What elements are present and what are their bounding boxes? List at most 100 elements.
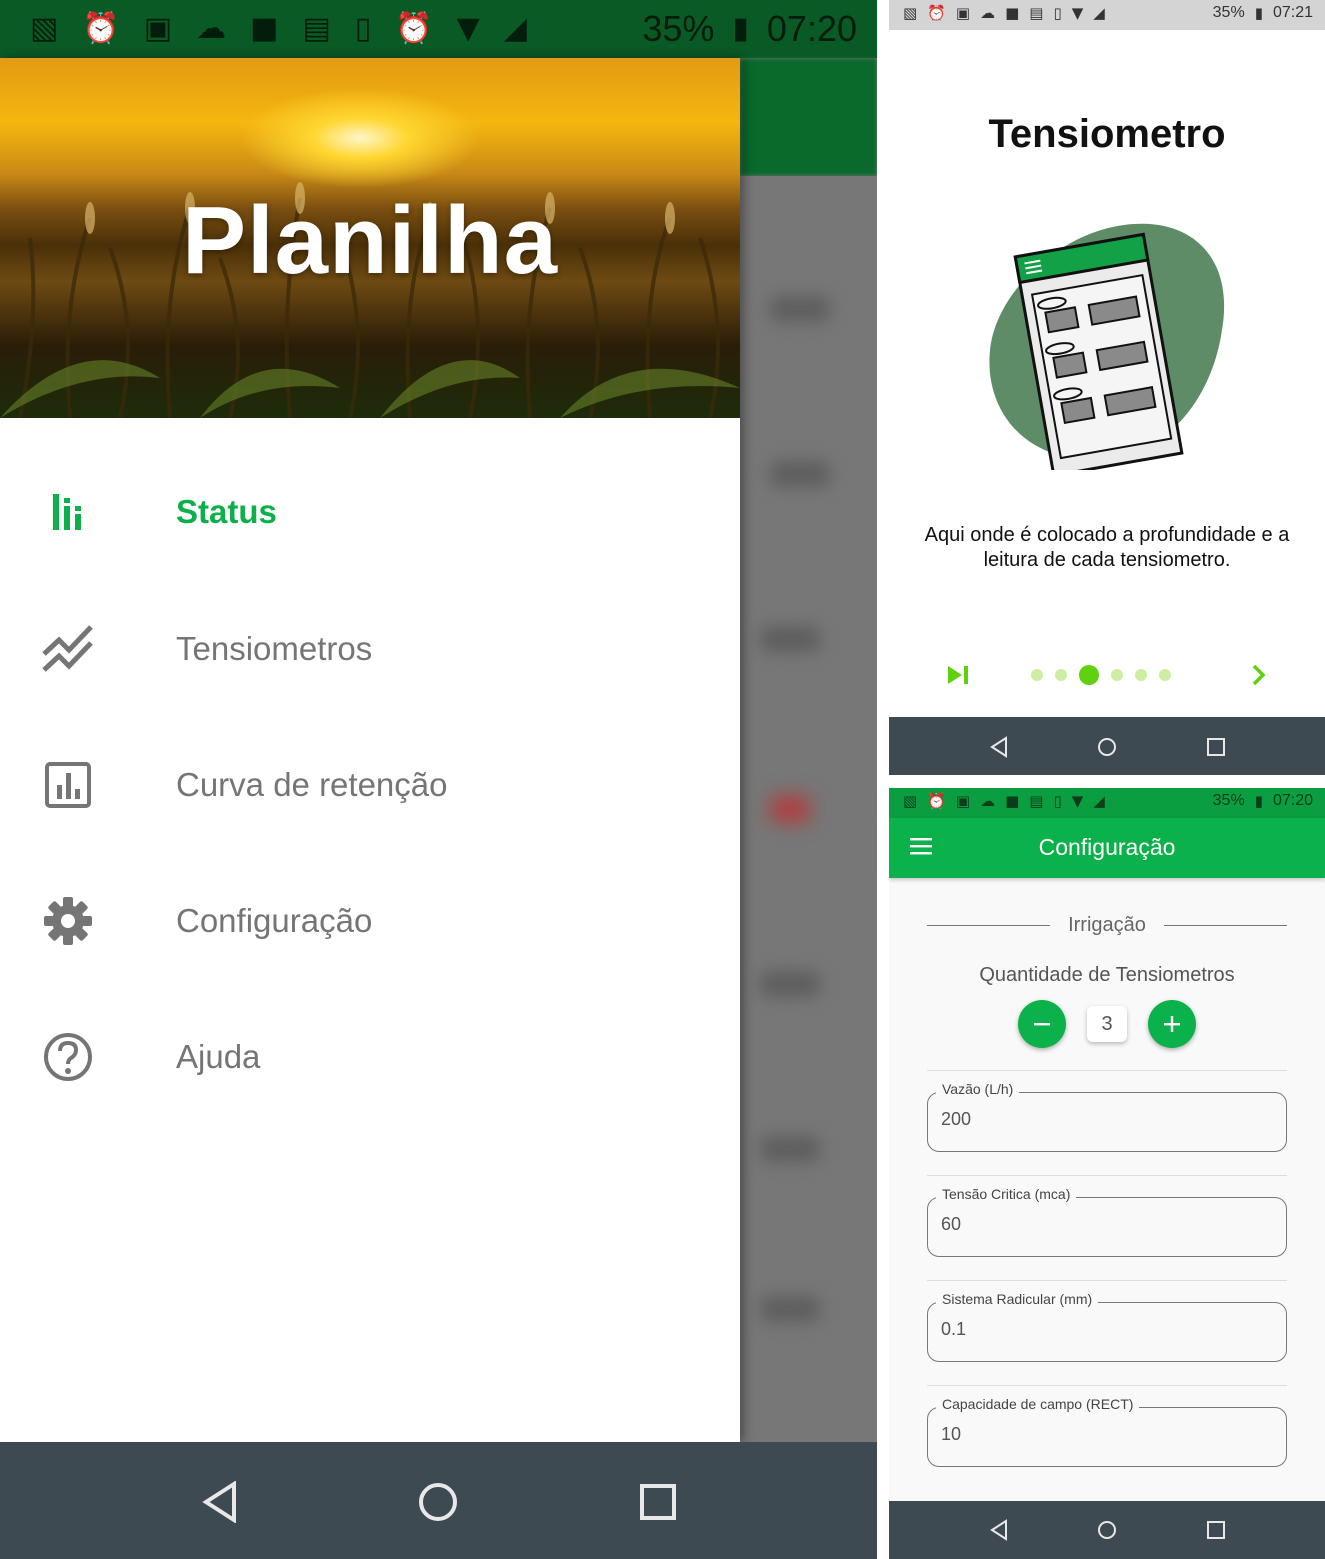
- vibrate-icon: ▯: [1053, 792, 1062, 810]
- back-icon[interactable]: [190, 1478, 250, 1526]
- back-icon[interactable]: [985, 733, 1013, 761]
- increment-button[interactable]: [1148, 1000, 1196, 1048]
- alarm-icon: ⏰: [82, 11, 120, 46]
- home-icon[interactable]: [408, 1478, 468, 1526]
- quantity-value[interactable]: 3: [1087, 1006, 1127, 1042]
- instagram-icon: ▣: [955, 792, 971, 810]
- vibrate-icon: ▯: [354, 11, 372, 46]
- blurred-content: [760, 1136, 820, 1162]
- field-label: Tensão Critica (mca): [936, 1186, 1077, 1202]
- blurred-content: [770, 461, 830, 487]
- divider: [927, 1280, 1287, 1281]
- tensao-critica-field[interactable]: Tensão Critica (mca) 60: [927, 1186, 1287, 1257]
- help-circle-icon: [40, 1029, 96, 1085]
- app-bar: Configuração: [889, 818, 1325, 878]
- drawer-item-ajuda[interactable]: Ajuda: [0, 1007, 740, 1107]
- chevron-right-icon[interactable]: [1247, 660, 1271, 690]
- system-nav-bar: [889, 1501, 1325, 1559]
- extension-icon: ■: [1005, 4, 1020, 22]
- back-icon[interactable]: [985, 1516, 1013, 1544]
- divider: [1163, 925, 1287, 926]
- home-icon[interactable]: [1093, 1516, 1121, 1544]
- alarm-icon: ⏰: [927, 792, 946, 810]
- quantity-label: Quantidade de Tensiometros: [979, 964, 1235, 986]
- drawer-item-label: Ajuda: [176, 1038, 261, 1075]
- page-dot[interactable]: [1031, 669, 1043, 681]
- drawer-item-label: Status: [176, 493, 277, 530]
- onboarding-title: Tensiometro: [988, 112, 1226, 156]
- recents-icon[interactable]: [1202, 1516, 1230, 1544]
- cast-icon: ▤: [1029, 792, 1044, 810]
- page-dot[interactable]: [1055, 669, 1067, 681]
- battery-percent: 35%: [1212, 792, 1245, 809]
- status-time: 07:20: [766, 8, 857, 49]
- recents-icon[interactable]: [1202, 733, 1230, 761]
- content-behind-scrim[interactable]: [740, 176, 877, 1442]
- status-bar: ▧ ⏰ ▣ ☁ ■ ▤ ▯ ▼ ◢ 35% ▮ 07:20: [889, 788, 1325, 818]
- section-title: Irrigação: [1068, 914, 1146, 936]
- drawer-item-status[interactable]: Status: [0, 462, 740, 562]
- status-time: 07:21: [1272, 4, 1313, 21]
- app-bar-title: Configuração: [1038, 834, 1176, 860]
- app-bar-behind-scrim: [740, 58, 877, 176]
- field-value: 200: [941, 1109, 972, 1129]
- phone-sync-icon: ▧: [903, 792, 918, 810]
- drawer-item-label: Curva de retenção: [176, 766, 448, 803]
- divider: [927, 1175, 1287, 1176]
- page-dot-active[interactable]: [1079, 665, 1099, 685]
- vazao-field[interactable]: Vazão (L/h) 200: [927, 1081, 1287, 1152]
- drawer-item-tensiometros[interactable]: Tensiometros: [0, 599, 740, 699]
- page-dot[interactable]: [1111, 669, 1123, 681]
- capacidade-campo-field[interactable]: Capacidade de campo (RECT) 10: [927, 1396, 1287, 1467]
- instagram-icon: ▣: [143, 11, 173, 46]
- decrement-button[interactable]: [1018, 1000, 1066, 1048]
- extension-icon: ■: [1005, 792, 1020, 810]
- page-dot[interactable]: [1135, 669, 1147, 681]
- status-bar: ▧ ⏰ ▣ ☁ ■ ▤ ▯ ⏰ ▼ ◢ 35% ▮ 07:20: [0, 0, 877, 58]
- drawer-screen: ▧ ⏰ ▣ ☁ ■ ▤ ▯ ⏰ ▼ ◢ 35% ▮ 07:20 Planilha…: [0, 0, 877, 1559]
- battery-icon: ▮: [1254, 792, 1263, 810]
- field-label: Vazão (L/h): [936, 1081, 1020, 1097]
- page-dot[interactable]: [1159, 669, 1171, 681]
- sistema-radicular-field[interactable]: Sistema Radicular (mm) 0.1: [927, 1291, 1287, 1362]
- signal-icon: ◢: [1093, 792, 1105, 810]
- phone-sync-icon: ▧: [903, 4, 918, 22]
- gear-icon: [40, 893, 96, 949]
- drawer-header: Planilha: [0, 58, 740, 418]
- recents-icon[interactable]: [628, 1478, 688, 1526]
- chart-box-icon: [40, 757, 96, 813]
- drawer-item-configuracao[interactable]: Configuração: [0, 871, 740, 971]
- system-nav-bar: [0, 1442, 877, 1559]
- minus-icon: [1034, 1023, 1050, 1026]
- page-indicator: [1031, 665, 1171, 685]
- drawer-item-label: Configuração: [176, 902, 373, 939]
- cast-icon: ▤: [302, 11, 331, 46]
- skip-next-icon[interactable]: [943, 660, 973, 690]
- wifi-icon: ▼: [1071, 792, 1084, 810]
- battery-percent: 35%: [1212, 4, 1245, 21]
- cloud-icon: ☁: [980, 792, 996, 810]
- blurred-content: [760, 626, 820, 652]
- onboarding-screen: ▧ ⏰ ▣ ☁ ■ ▤ ▯ ▼ ◢ 35% ▮ 07:21 Tensiometr…: [889, 0, 1325, 775]
- navigation-drawer: Planilha Status Tensiometros Curva de re…: [0, 58, 740, 1442]
- tensiometer-illustration: [989, 223, 1225, 470]
- plus-icon: [1164, 1016, 1180, 1032]
- trending-lines-icon: [40, 621, 96, 677]
- field-value: 10: [941, 1424, 962, 1444]
- blurred-content: [770, 296, 830, 322]
- drawer-item-curva-retencao[interactable]: Curva de retenção: [0, 735, 740, 835]
- alarm-icon: ⏰: [395, 11, 433, 46]
- field-label: Sistema Radicular (mm): [936, 1291, 1099, 1307]
- section-header: Irrigação: [927, 914, 1287, 937]
- config-screen: ▧ ⏰ ▣ ☁ ■ ▤ ▯ ▼ ◢ 35% ▮ 07:20 Configuraç…: [889, 788, 1325, 1559]
- field-label: Capacidade de campo (RECT): [936, 1396, 1140, 1412]
- blurred-content: [760, 1296, 820, 1322]
- status-bar: ▧ ⏰ ▣ ☁ ■ ▤ ▯ ▼ ◢ 35% ▮ 07:21: [889, 0, 1325, 30]
- phone-sync-icon: ▧: [30, 11, 59, 46]
- home-icon[interactable]: [1093, 733, 1121, 761]
- cloud-icon: ☁: [980, 4, 996, 22]
- vibrate-icon: ▯: [1053, 4, 1062, 22]
- field-value: 0.1: [941, 1319, 967, 1339]
- blurred-content: [770, 796, 810, 822]
- wifi-icon: ▼: [1071, 4, 1084, 22]
